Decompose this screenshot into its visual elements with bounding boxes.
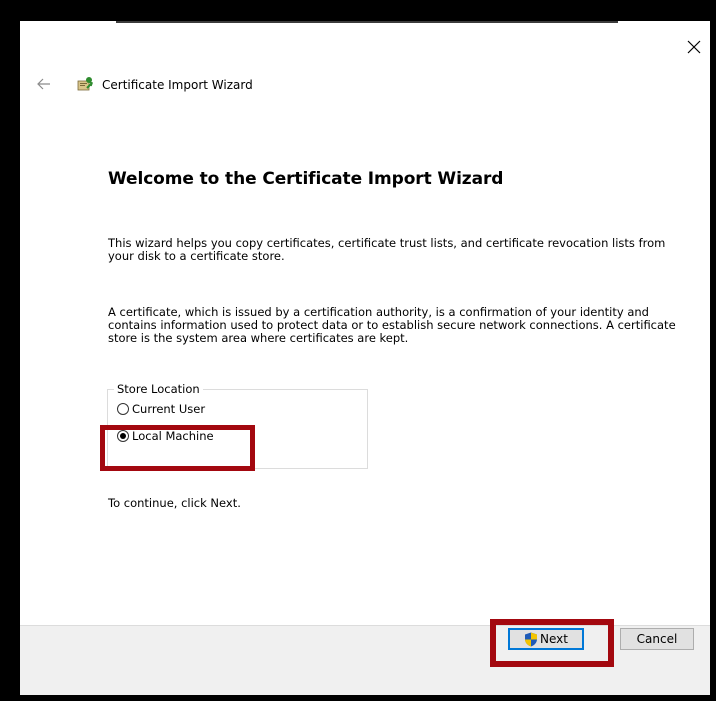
- window-title: Certificate Import Wizard: [102, 78, 253, 92]
- store-location-legend: Store Location: [114, 382, 203, 396]
- back-arrow-icon: [37, 78, 50, 90]
- intro-paragraph: This wizard helps you copy certificates,…: [108, 236, 666, 263]
- certificate-icon: [77, 77, 93, 91]
- cancel-button-label: Cancel: [636, 632, 678, 646]
- radio-current-user[interactable]: Current User: [117, 402, 205, 416]
- cancel-button[interactable]: Cancel: [620, 628, 694, 650]
- certificate-description-paragraph: A certificate, which is issued by a cert…: [108, 305, 676, 345]
- continue-instruction: To continue, click Next.: [108, 496, 241, 510]
- page-heading: Welcome to the Certificate Import Wizard: [108, 169, 504, 189]
- certificate-import-wizard-dialog: Certificate Import Wizard Welcome to the…: [20, 21, 710, 695]
- next-button-highlight-box: [490, 619, 614, 667]
- close-button[interactable]: [682, 35, 706, 59]
- top-border-line: [116, 21, 618, 23]
- radio-unchecked-icon: [117, 403, 129, 415]
- close-icon: [687, 40, 701, 54]
- local-machine-highlight-box: [100, 425, 255, 471]
- back-button[interactable]: [34, 74, 54, 94]
- radio-current-user-label: Current User: [132, 402, 206, 416]
